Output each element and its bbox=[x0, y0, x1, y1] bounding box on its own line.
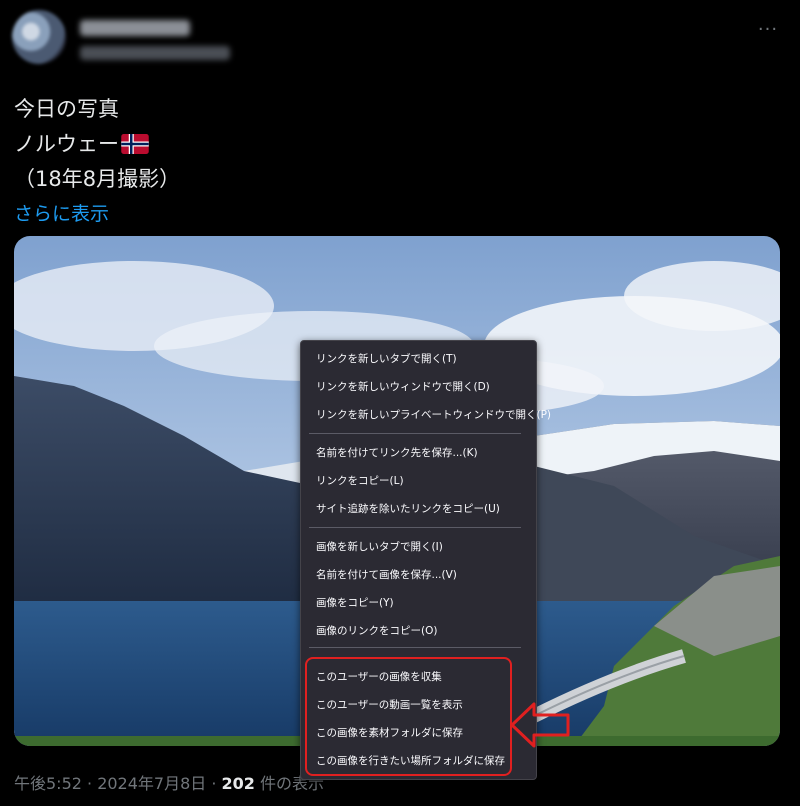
norway-flag-icon bbox=[121, 134, 149, 154]
tweet-meta: 午後5:52 · 2024年7月8日 · 202 件の表示 bbox=[14, 770, 324, 794]
menu-separator bbox=[309, 527, 521, 528]
tweet-line-1: 今日の写真 bbox=[14, 97, 119, 121]
menu-copy-image[interactable]: 画像をコピー(Y) bbox=[302, 591, 535, 615]
tweet-line-2: ノルウェー bbox=[14, 127, 774, 162]
tweet-line-2-text: ノルウェー bbox=[14, 132, 119, 156]
menu-save-link-as[interactable]: 名前を付けてリンク先を保存...(K) bbox=[302, 441, 535, 465]
menu-open-link-new-tab[interactable]: リンクを新しいタブで開く(T) bbox=[302, 347, 535, 371]
handle-blurred[interactable] bbox=[80, 46, 230, 60]
menu-copy-link[interactable]: リンクをコピー(L) bbox=[302, 469, 535, 493]
menu-copy-clean-link[interactable]: サイト追跡を除いたリンクをコピー(U) bbox=[302, 497, 535, 521]
highlight-box bbox=[305, 657, 512, 776]
display-name-blurred[interactable] bbox=[80, 20, 190, 36]
timestamp[interactable]: 午後5:52 · 2024年7月8日 · bbox=[14, 774, 222, 793]
menu-copy-image-link[interactable]: 画像のリンクをコピー(O) bbox=[302, 619, 535, 643]
tweet-line-3: （18年8月撮影） bbox=[14, 167, 181, 191]
menu-separator bbox=[309, 647, 521, 648]
menu-open-image-new-tab[interactable]: 画像を新しいタブで開く(I) bbox=[302, 535, 535, 559]
views-count: 202 bbox=[221, 774, 255, 793]
show-more-link[interactable]: さらに表示 bbox=[14, 197, 774, 232]
left-arrow-icon bbox=[510, 702, 570, 748]
avatar[interactable] bbox=[12, 10, 66, 64]
tweet-header: ··· bbox=[0, 0, 800, 80]
menu-separator bbox=[309, 433, 521, 434]
tweet-text: 今日の写真 ノルウェー （18年8月撮影） さらに表示 bbox=[14, 92, 774, 232]
menu-open-link-new-window[interactable]: リンクを新しいウィンドウで開く(D) bbox=[302, 375, 535, 399]
more-options-icon[interactable]: ··· bbox=[754, 18, 782, 42]
menu-save-image-as[interactable]: 名前を付けて画像を保存...(V) bbox=[302, 563, 535, 587]
menu-open-link-private-window[interactable]: リンクを新しいプライベートウィンドウで開く(P) bbox=[302, 403, 551, 427]
